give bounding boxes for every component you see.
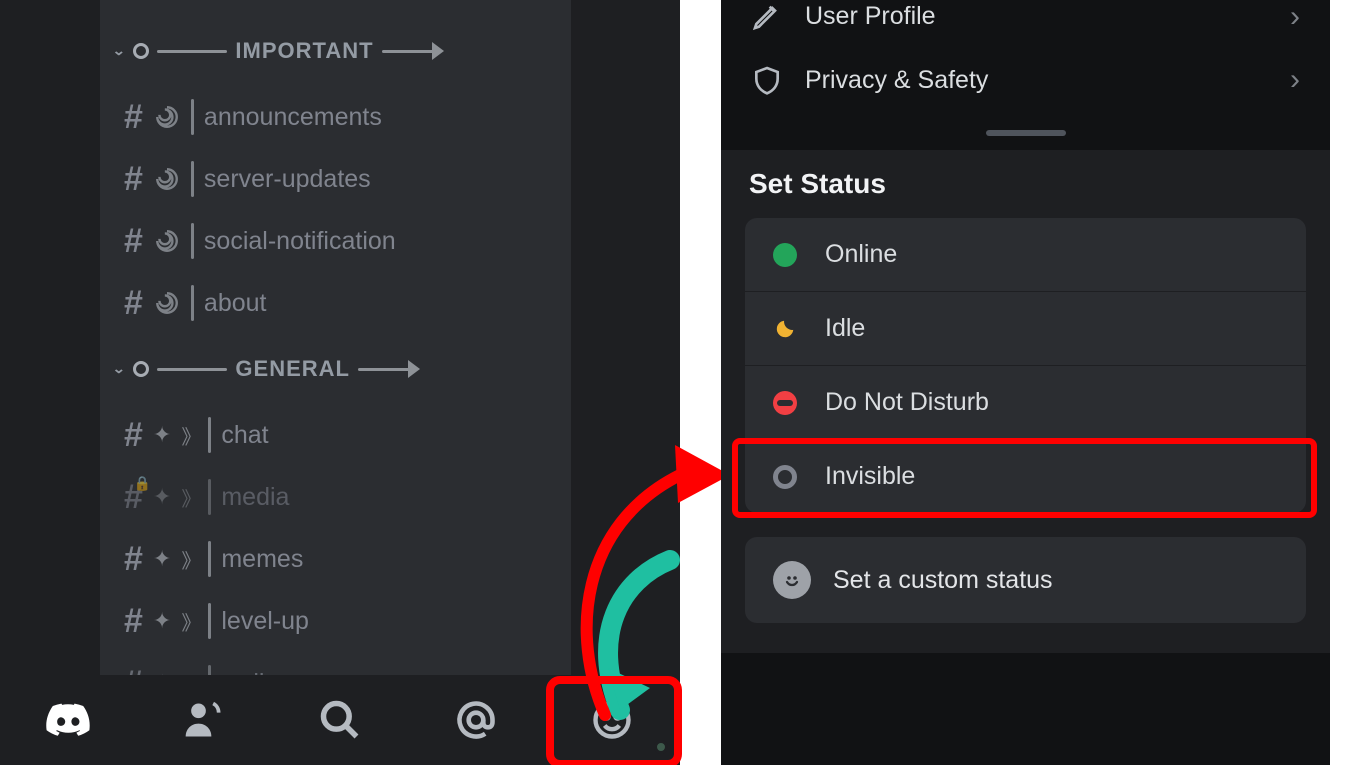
divider-icon xyxy=(208,479,211,515)
channel-item-muted[interactable]: #🔒 ✦ 》 media xyxy=(100,466,571,528)
settings-label: Privacy & Safety xyxy=(805,66,988,95)
divider-icon xyxy=(208,417,211,453)
tab-mentions[interactable] xyxy=(426,690,526,750)
channel-item[interactable]: # announcements xyxy=(100,86,571,148)
circle-icon xyxy=(133,361,149,377)
hash-icon: # xyxy=(124,98,143,137)
set-status-title: Set Status xyxy=(749,168,1306,200)
hash-icon: # xyxy=(124,416,143,455)
chevrons-icon: 》 xyxy=(181,421,198,450)
discord-logo-icon xyxy=(46,698,90,742)
star-icon: ✦ xyxy=(153,422,171,448)
dnd-icon xyxy=(773,391,797,415)
channel-name: media xyxy=(221,483,289,512)
divider-icon xyxy=(191,161,194,197)
at-icon xyxy=(454,698,498,742)
divider-icon xyxy=(191,99,194,135)
channel-name: social-notification xyxy=(204,227,396,256)
channel-item[interactable]: # social-notification xyxy=(100,210,571,272)
chevrons-icon: 》 xyxy=(181,607,198,636)
megaphone-icon xyxy=(153,165,181,193)
chevrons-icon: 》 xyxy=(181,545,198,574)
hash-locked-icon: #🔒 xyxy=(124,478,143,517)
annotation-highlight-box-icon xyxy=(732,438,1317,518)
channel-name: announcements xyxy=(204,103,382,132)
status-label: Online xyxy=(825,240,897,269)
hash-icon: # xyxy=(124,602,143,641)
megaphone-icon xyxy=(153,289,181,317)
set-status-sheet: Set Status Online Idle Do Not Disturb xyxy=(721,150,1330,653)
chevron-right-icon: › xyxy=(1290,0,1300,34)
decor-line-icon xyxy=(157,368,227,371)
megaphone-icon xyxy=(153,103,181,131)
online-icon xyxy=(773,243,797,267)
hash-icon: # xyxy=(124,284,143,323)
channel-item[interactable]: # about xyxy=(100,272,571,334)
status-label: Idle xyxy=(825,314,865,343)
hash-icon: # xyxy=(124,222,143,261)
section-header-general[interactable]: ⌄ GENERAL xyxy=(100,334,571,404)
circle-icon xyxy=(133,43,149,59)
shield-icon xyxy=(751,64,783,96)
set-custom-status-button[interactable]: Set a custom status xyxy=(745,537,1306,623)
decor-arrow-line-icon xyxy=(358,368,410,371)
divider-icon xyxy=(191,285,194,321)
divider-icon xyxy=(191,223,194,259)
search-icon xyxy=(318,698,362,742)
pencil-icon xyxy=(751,0,783,32)
person-wave-icon xyxy=(182,698,226,742)
left-screenshot: ⌄ IMPORTANT # announcements # xyxy=(0,0,680,765)
status-label: Do Not Disturb xyxy=(825,388,989,417)
tab-friends[interactable] xyxy=(154,690,254,750)
hash-icon: # xyxy=(124,160,143,199)
star-icon: ✦ xyxy=(153,546,171,572)
settings-row-user-profile[interactable]: User Profile › xyxy=(751,0,1300,40)
divider-icon xyxy=(208,603,211,639)
right-screenshot: User Profile › Privacy & Safety › Set St… xyxy=(721,0,1330,765)
status-option-dnd[interactable]: Do Not Disturb xyxy=(745,365,1306,439)
hash-icon: # xyxy=(124,540,143,579)
status-option-idle[interactable]: Idle xyxy=(745,291,1306,365)
annotation-highlight-box-icon xyxy=(546,676,682,765)
decor-arrow-line-icon xyxy=(382,50,434,53)
chevron-right-icon: › xyxy=(1290,63,1300,97)
star-icon: ✦ xyxy=(153,608,171,634)
divider-icon xyxy=(208,541,211,577)
channel-name: level-up xyxy=(221,607,309,636)
idle-icon xyxy=(773,317,797,341)
section-header-important[interactable]: ⌄ IMPORTANT xyxy=(100,16,571,86)
settings-label: User Profile xyxy=(805,2,936,31)
channel-item[interactable]: # server-updates xyxy=(100,148,571,210)
channel-name: memes xyxy=(221,545,303,574)
status-option-online[interactable]: Online xyxy=(745,218,1306,291)
tab-search[interactable] xyxy=(290,690,390,750)
section-label: IMPORTANT xyxy=(235,38,373,64)
chevrons-icon: 》 xyxy=(181,483,198,512)
chevron-down-icon: ⌄ xyxy=(112,43,125,59)
channel-name: server-updates xyxy=(204,165,371,194)
smiley-icon xyxy=(773,561,811,599)
channel-name: chat xyxy=(221,421,268,450)
settings-row-privacy-safety[interactable]: Privacy & Safety › xyxy=(751,40,1300,120)
star-icon: ✦ xyxy=(153,484,171,510)
section-label: GENERAL xyxy=(235,356,350,382)
sheet-handle-icon[interactable] xyxy=(986,130,1066,136)
megaphone-icon xyxy=(153,227,181,255)
chevron-down-icon: ⌄ xyxy=(112,361,125,377)
custom-status-label: Set a custom status xyxy=(833,566,1053,595)
channel-name: about xyxy=(204,289,267,318)
tab-servers[interactable] xyxy=(18,690,118,750)
channel-item[interactable]: # ✦ 》 memes xyxy=(100,528,571,590)
decor-line-icon xyxy=(157,50,227,53)
channel-list[interactable]: ⌄ IMPORTANT # announcements # xyxy=(100,0,571,765)
channel-item[interactable]: # ✦ 》 level-up xyxy=(100,590,571,652)
channel-item[interactable]: # ✦ 》 chat xyxy=(100,404,571,466)
